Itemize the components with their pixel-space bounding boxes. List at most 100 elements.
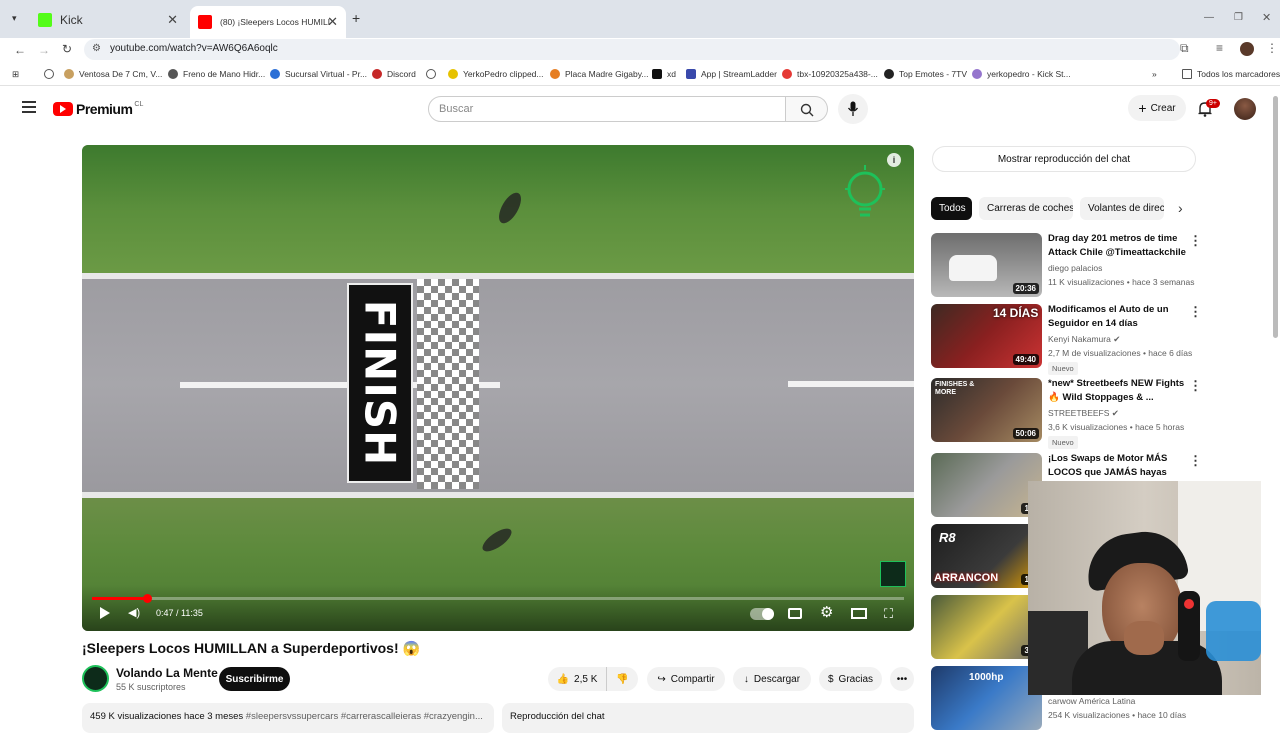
bookmark-item[interactable]: tbx-10920325a438-... (782, 67, 878, 81)
video-player[interactable]: FINISH i ◀) 0:47 / 11:35 ⚙ ⛶ (82, 145, 914, 631)
chip-racing[interactable]: Carreras de coches (979, 197, 1073, 220)
channel-watermark-icon[interactable] (880, 561, 906, 587)
dislike-button[interactable]: 👎 (606, 667, 638, 691)
bookmark-item[interactable]: Top Emotes - 7TV (884, 67, 967, 81)
more-actions-button[interactable]: ••• (890, 667, 914, 691)
recommended-thumbnail[interactable]: FINISHES & MORE 50:06 (931, 378, 1042, 442)
media-icon[interactable]: ≡ (1216, 41, 1223, 55)
apps-icon[interactable]: ⊞ (12, 67, 19, 81)
close-icon[interactable]: ✕ (167, 12, 178, 28)
recommended-thumbnail[interactable]: R8 ARRANCON 18: (931, 524, 1042, 588)
bookmark-item[interactable]: App | StreamLadder (686, 67, 777, 81)
bookmark-item[interactable]: yerkopedro - Kick St... (972, 67, 1071, 81)
subtitles-icon[interactable] (788, 608, 802, 619)
more-options-icon[interactable]: ⋮ (1189, 454, 1202, 467)
description-box[interactable]: 459 K visualizaciones hace 3 meses #slee… (82, 703, 494, 733)
maximize-icon[interactable]: ❐ (1234, 12, 1243, 23)
channel-name[interactable]: Volando La Mente (116, 666, 218, 680)
new-tab-button[interactable]: + (352, 10, 360, 26)
globe-icon[interactable] (44, 67, 59, 81)
recommended-thumbnail[interactable]: 1000hp (931, 666, 1042, 730)
chat-replay-panel[interactable]: Reproducción del chat (502, 703, 914, 733)
autoplay-toggle[interactable] (750, 608, 774, 620)
recommended-channel[interactable]: STREETBEEFS ✔ (1048, 408, 1119, 419)
more-options-icon[interactable]: ⋮ (1189, 305, 1202, 318)
progress-bar[interactable] (92, 597, 904, 600)
tab-list-dropdown-icon[interactable]: ▾ (12, 13, 17, 24)
url-text[interactable]: youtube.com/watch?v=AW6Q6A6oqlc (110, 43, 278, 54)
tab-kick[interactable]: Kick ✕ (30, 7, 186, 33)
description-stats: 459 K visualizaciones hace 3 meses (90, 711, 244, 722)
page-scrollbar[interactable] (1273, 96, 1278, 338)
search-button[interactable] (786, 96, 828, 122)
recommended-channel[interactable]: diego palacios (1048, 263, 1102, 273)
minimize-icon[interactable]: — (1204, 12, 1214, 23)
theater-mode-icon[interactable] (851, 608, 867, 619)
create-button[interactable]: + Crear (1128, 95, 1186, 121)
tab-youtube[interactable]: (80) ¡Sleepers Locos HUMILLAN ✕ (190, 6, 346, 38)
recommended-channel[interactable]: carwow América Latina (1048, 696, 1135, 706)
bookmark-item[interactable]: Sucursal Virtual - Pr... (270, 67, 367, 81)
bookmark-item[interactable]: Placa Madre Gigaby... (550, 67, 648, 81)
channel-avatar[interactable] (82, 665, 109, 692)
account-avatar[interactable] (1234, 98, 1256, 120)
more-options-icon[interactable]: ⋮ (1189, 379, 1202, 392)
thanks-button[interactable]: $ Gracias (819, 667, 882, 691)
youtube-logo[interactable]: Premium CL (53, 101, 143, 117)
streamer-hand (1124, 621, 1164, 655)
recommended-meta: 254 K visualizaciones • hace 10 días (1048, 710, 1187, 720)
site-info-icon[interactable]: ⚙ (92, 43, 101, 54)
share-button[interactable]: ↪ Compartir (647, 667, 725, 691)
close-window-icon[interactable]: ✕ (1262, 11, 1271, 24)
recommended-title[interactable]: Drag day 201 metros de time Attack Chile… (1048, 232, 1188, 260)
bookmark-item[interactable]: xd (652, 67, 676, 81)
all-bookmarks[interactable]: Todos los marcadores (1182, 67, 1280, 81)
recommended-channel[interactable]: Kenyi Nakamura ✔ (1048, 334, 1120, 345)
like-button[interactable]: 👍 2,5 K (548, 667, 606, 691)
chip-all[interactable]: Todos (931, 197, 972, 220)
bookmark-item[interactable]: YerkoPedro clipped... (448, 67, 544, 81)
download-button[interactable]: ↓ Descargar (733, 667, 811, 691)
show-chat-replay-button[interactable]: Mostrar reproducción del chat (932, 146, 1196, 172)
recommended-thumbnail[interactable]: 34: (931, 595, 1042, 659)
back-icon[interactable]: ← (14, 43, 26, 57)
hamburger-menu-icon[interactable] (22, 101, 36, 113)
recommended-thumbnail[interactable]: 13: (931, 453, 1042, 517)
fullscreen-icon[interactable]: ⛶ (884, 606, 893, 622)
more-options-icon[interactable]: ⋮ (1189, 234, 1202, 247)
bookmark-item[interactable]: Discord (372, 67, 416, 81)
bookmark-favicon-icon (550, 69, 560, 79)
subscribe-button[interactable]: Suscribirme (219, 667, 290, 691)
play-icon[interactable] (100, 607, 110, 619)
search-input[interactable]: Buscar (428, 96, 786, 122)
bookmark-favicon-icon (652, 69, 662, 79)
menu-kebab-icon[interactable]: ⋮ (1266, 41, 1278, 55)
forward-icon[interactable]: → (38, 43, 50, 57)
more-bookmarks-icon[interactable]: » (1152, 67, 1157, 81)
lightbulb-logo-icon (842, 161, 888, 231)
bookmark-item[interactable]: Ventosa De 7 Cm, V... (64, 67, 162, 81)
recommended-title[interactable]: Modificamos el Auto de un Seguidor en 14… (1048, 303, 1188, 331)
voice-search-button[interactable] (838, 94, 868, 124)
chevron-right-icon[interactable]: › (1178, 200, 1183, 216)
bookmark-item[interactable]: Freno de Mano Hidr... (168, 67, 265, 81)
progress-fill (92, 597, 148, 600)
recommended-thumbnail[interactable]: 14 DÍAS 49:40 (931, 304, 1042, 368)
recommended-title[interactable]: *new* Streetbeefs NEW Fights 🔥 Wild Stop… (1048, 377, 1188, 405)
browser-tab-bar: ▾ Kick ✕ (80) ¡Sleepers Locos HUMILLAN ✕… (0, 0, 1280, 38)
thumbnail-text: ARRANCON (934, 572, 999, 584)
settings-gear-icon[interactable]: ⚙ (820, 603, 833, 621)
chip-steering-wheels[interactable]: Volantes de direcc (1080, 197, 1164, 220)
info-icon[interactable]: i (887, 153, 901, 167)
reload-icon[interactable]: ↻ (62, 42, 72, 56)
recommended-thumbnail[interactable]: 20:36 (931, 233, 1042, 297)
description-tags[interactable]: #sleepersvssupercars #carrerascalleieras… (246, 711, 483, 722)
thumbs-up-icon: 👍 (556, 673, 570, 685)
globe-icon[interactable] (426, 67, 441, 81)
thumbnail-text: 1000hp (969, 672, 1004, 683)
profile-avatar[interactable] (1240, 42, 1254, 56)
volume-icon[interactable]: ◀) (128, 606, 140, 619)
close-icon[interactable]: ✕ (327, 14, 338, 30)
bookmark-favicon-icon (884, 69, 894, 79)
extensions-icon[interactable]: ⧉ (1180, 41, 1189, 56)
